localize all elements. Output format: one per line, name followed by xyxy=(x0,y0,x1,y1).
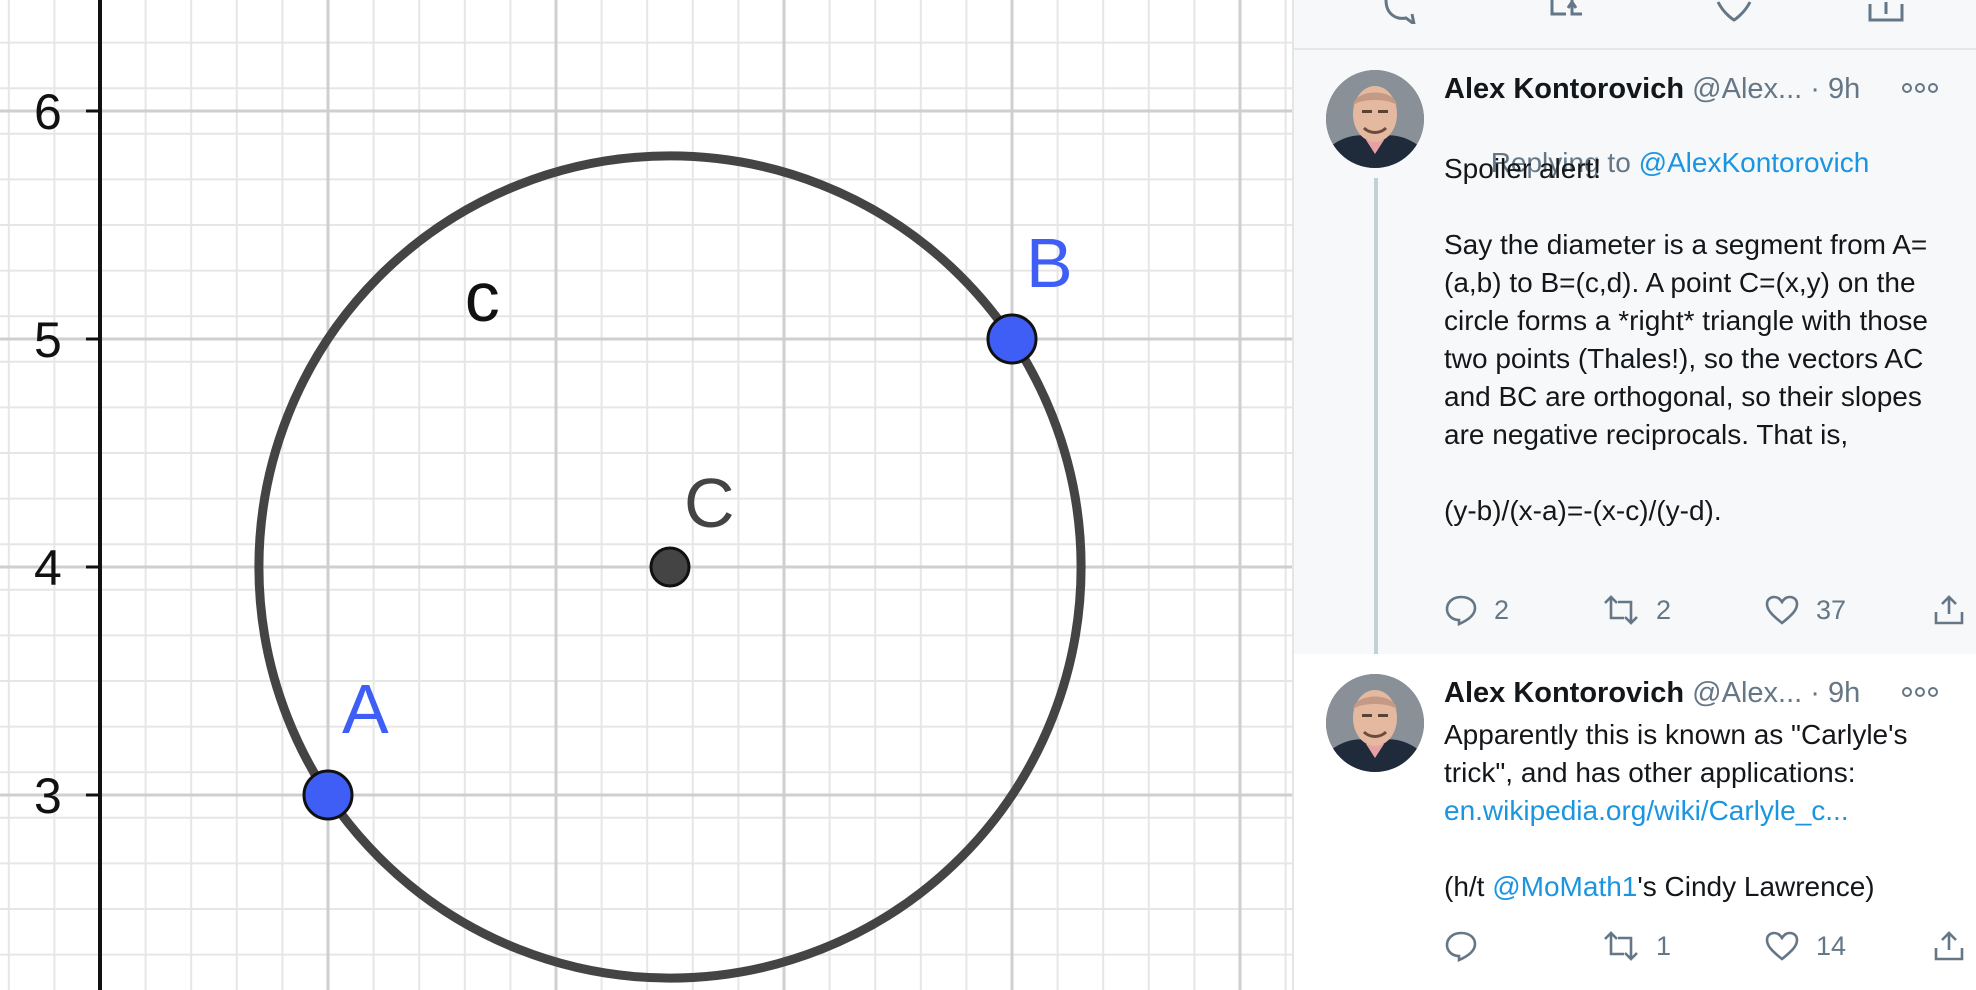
profile-photo-icon xyxy=(1326,70,1424,168)
tweet-time[interactable]: · 9h xyxy=(1810,73,1860,105)
like-count: 37 xyxy=(1816,594,1847,625)
heart-icon xyxy=(1765,931,1799,961)
share-icon xyxy=(1934,595,1964,625)
author-handle[interactable]: @Alex... xyxy=(1692,677,1802,709)
like-button[interactable]: 14 xyxy=(1764,930,1846,962)
retweet-button[interactable]: 2 xyxy=(1602,594,1671,626)
tweet-2[interactable]: Alex Kontorovich @Alex... · 9h Apparentl… xyxy=(1294,654,1976,990)
tweet-text: Apparently this is known as "Carlyle's t… xyxy=(1444,719,1916,788)
geometry-plot[interactable]: 6 5 4 3 c A B C xyxy=(0,0,1292,990)
share-button[interactable] xyxy=(1932,930,1966,962)
wikipedia-link[interactable]: en.wikipedia.org/wiki/Carlyle_c... xyxy=(1444,795,1849,826)
point-c[interactable] xyxy=(649,546,691,588)
point-a[interactable] xyxy=(302,769,354,821)
point-label-a: A xyxy=(342,670,389,748)
reply-icon xyxy=(1445,595,1477,626)
reply-count: 2 xyxy=(1494,594,1510,625)
tweet-header: Alex Kontorovich @Alex... · 9h xyxy=(1444,72,1860,106)
tweet-time[interactable]: · 9h xyxy=(1810,677,1860,709)
y-tick-label: 3 xyxy=(34,768,62,824)
like-count: 14 xyxy=(1816,930,1847,961)
avatar[interactable] xyxy=(1326,674,1424,772)
share-icon[interactable] xyxy=(1866,0,1906,24)
retweet-button[interactable]: 1 xyxy=(1602,930,1671,962)
avatar[interactable] xyxy=(1326,70,1424,168)
grid xyxy=(0,0,1292,990)
reply-button[interactable]: 2 xyxy=(1444,594,1509,626)
profile-photo-icon xyxy=(1326,674,1424,772)
y-tick-label: 5 xyxy=(34,312,62,368)
point-label-c: C xyxy=(684,464,735,542)
author-name[interactable]: Alex Kontorovich xyxy=(1444,73,1684,105)
retweet-count: 1 xyxy=(1656,930,1672,961)
tweet-body: Apparently this is known as "Carlyle's t… xyxy=(1444,716,1964,906)
mention-link[interactable]: @MoMath1 xyxy=(1492,871,1637,902)
reply-button[interactable] xyxy=(1444,930,1494,962)
retweet-icon xyxy=(1604,931,1638,961)
more-options-icon[interactable] xyxy=(1902,686,1938,698)
previous-tweet-actions xyxy=(1294,0,1976,50)
point-b[interactable] xyxy=(986,313,1038,365)
author-handle[interactable]: @Alex... xyxy=(1692,73,1802,105)
tweet-body: Spoiler alert! Say the diameter is a seg… xyxy=(1444,153,1928,526)
y-tick-label: 4 xyxy=(34,540,62,596)
author-name[interactable]: Alex Kontorovich xyxy=(1444,677,1684,709)
tweet-header: Alex Kontorovich @Alex... · 9h xyxy=(1444,676,1860,710)
heart-icon xyxy=(1765,595,1799,625)
like-icon[interactable] xyxy=(1714,0,1754,24)
hat-tip-prefix: (h/t xyxy=(1444,871,1493,902)
thread-connector xyxy=(1374,178,1378,654)
share-button[interactable] xyxy=(1932,594,1966,626)
like-button[interactable]: 37 xyxy=(1764,594,1846,626)
share-icon xyxy=(1934,931,1964,961)
tweet-1[interactable]: Alex Kontorovich @Alex... · 9h Replying … xyxy=(1294,50,1976,654)
tweet-actions: 1 14 xyxy=(1444,930,1964,970)
tweet-actions: 2 2 37 xyxy=(1444,594,1964,634)
point-label-b: B xyxy=(1026,224,1073,302)
retweet-icon xyxy=(1604,595,1638,625)
reply-icon[interactable] xyxy=(1382,0,1422,24)
tweet-thread: Alex Kontorovich @Alex... · 9h Replying … xyxy=(1292,0,1976,990)
reply-icon xyxy=(1445,931,1477,962)
retweet-count: 2 xyxy=(1656,594,1672,625)
geometry-canvas[interactable]: 6 5 4 3 c A B C xyxy=(0,0,1292,990)
more-options-icon[interactable] xyxy=(1902,82,1938,94)
y-tick-label: 6 xyxy=(34,84,62,140)
retweet-icon[interactable] xyxy=(1546,0,1586,24)
hat-tip-suffix: 's Cindy Lawrence) xyxy=(1637,871,1875,902)
circle-label: c xyxy=(465,258,500,336)
